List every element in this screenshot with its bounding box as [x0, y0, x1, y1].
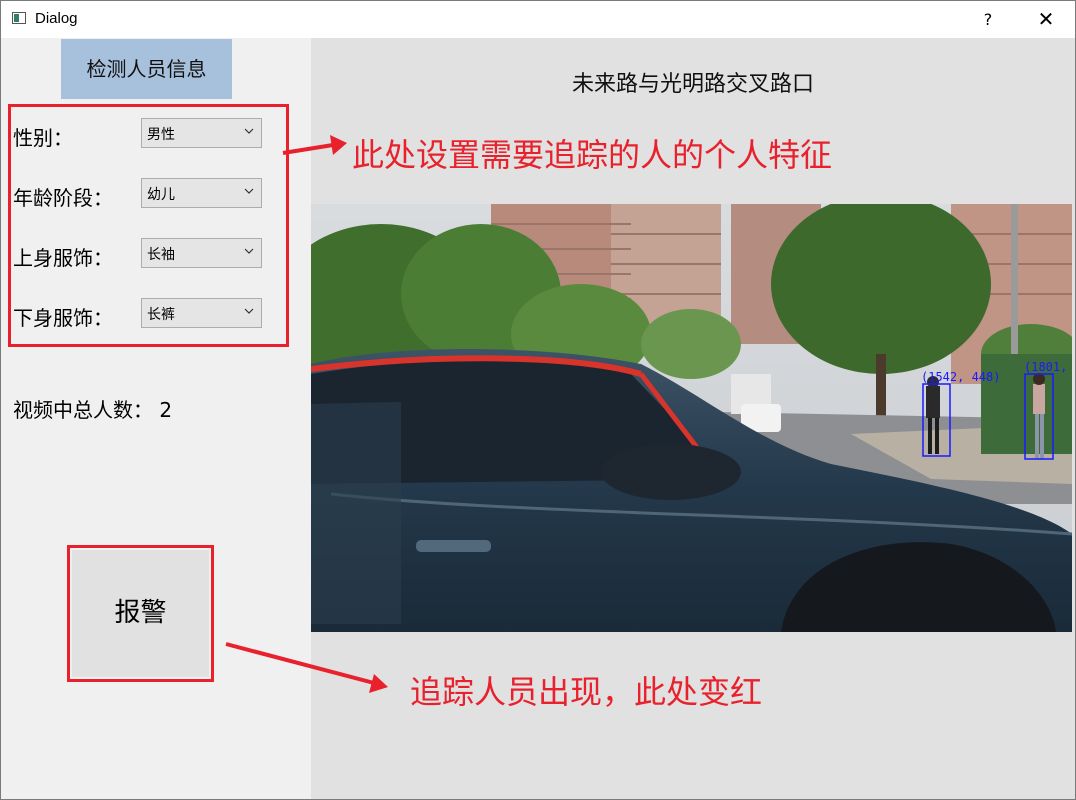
- gender-select-value: 男性: [147, 127, 175, 143]
- window-title: Dialog: [35, 10, 78, 27]
- detect-info-header: 检测人员信息: [61, 39, 232, 99]
- title-bar: Dialog ? ✕: [1, 1, 1075, 38]
- lower-clothing-select[interactable]: 长裤: [141, 298, 262, 328]
- lower-clothing-label: 下身服饰：: [13, 306, 113, 330]
- age-select[interactable]: 幼儿: [141, 178, 262, 208]
- lower-clothing-select-value: 长裤: [147, 307, 175, 323]
- total-people-count: 2: [159, 398, 173, 422]
- age-select-value: 幼儿: [147, 187, 175, 203]
- street-scene-image: (1542, 448) (1801,: [311, 204, 1072, 632]
- left-panel: 检测人员信息 性别： 男性 年龄阶段： 幼儿 上身服饰： 长袖 下身服饰： 长裤…: [1, 38, 311, 799]
- age-label: 年龄阶段：: [13, 186, 113, 210]
- upper-clothing-label: 上身服饰：: [13, 246, 113, 270]
- video-frame: (1542, 448) (1801,: [311, 204, 1072, 632]
- close-button[interactable]: ✕: [1023, 1, 1069, 38]
- chevron-down-icon: [244, 128, 254, 134]
- annotation-alarm: 追踪人员出现，此处变红: [410, 673, 763, 711]
- alarm-button[interactable]: 报警: [72, 550, 209, 677]
- detection-label-1: (1542, 448): [921, 370, 1000, 384]
- chevron-down-icon: [244, 308, 254, 314]
- upper-clothing-select-value: 长袖: [147, 247, 175, 263]
- detection-label-2: (1801,: [1024, 360, 1067, 374]
- annotation-features: 此处设置需要追踪的人的个人特征: [352, 136, 833, 174]
- upper-clothing-select[interactable]: 长袖: [141, 238, 262, 268]
- gender-select[interactable]: 男性: [141, 118, 262, 148]
- total-people-row: 视频中总人数： 2: [13, 394, 172, 423]
- app-icon: [12, 12, 26, 24]
- intersection-title: 未来路与光明路交叉路口: [571, 72, 814, 97]
- gender-label: 性别：: [13, 126, 73, 150]
- chevron-down-icon: [244, 188, 254, 194]
- chevron-down-icon: [244, 248, 254, 254]
- total-people-label: 视频中总人数：: [13, 398, 153, 422]
- help-button[interactable]: ?: [965, 1, 1011, 38]
